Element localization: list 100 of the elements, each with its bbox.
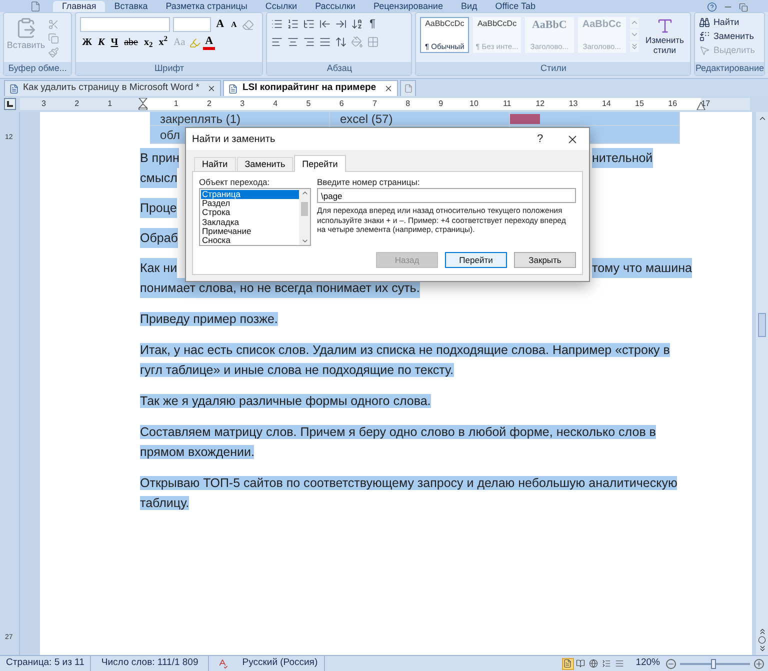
ribbon-tab[interactable]: Ссылки [256,1,306,12]
view-button[interactable] [614,658,626,670]
grow-font-button[interactable]: A [214,19,226,30]
dialog-button[interactable]: Перейти [445,252,507,268]
scroll-thumb[interactable] [301,202,308,216]
view-icon [563,659,572,668]
language: Русский (Россия) [236,656,325,671]
dialog-title: Найти и заменить [192,132,276,146]
sort-icon [351,18,364,30]
new-tab-button[interactable] [400,80,416,96]
help-button[interactable]: ? [525,130,555,148]
more-icon [630,41,639,52]
document-tab[interactable]: Как удалить страницу в Microsoft Word * [4,80,222,96]
zoom-thumb[interactable] [710,658,716,668]
dialog-tab[interactable]: Перейти [294,155,346,172]
view-button[interactable] [600,658,613,670]
ribbon-tab[interactable]: Рассылки [306,1,364,12]
format-button[interactable]: Ж [80,38,94,48]
format-button[interactable]: abe [122,38,140,48]
ruler-number: 2 [74,98,80,110]
show-marks-button[interactable]: ¶ [367,18,378,30]
highlighter-icon [189,37,202,49]
scissors-icon [48,19,59,30]
ruler-number: 15 [635,98,644,110]
scroll-thumb[interactable] [758,313,766,337]
zoom-percent: 120% [636,656,660,670]
document-tab[interactable]: LSI копирайтинг на примере [223,80,398,96]
font-size-field[interactable] [173,17,212,32]
dialog-button[interactable]: Закрыть [514,252,576,268]
editing-button[interactable]: Найти [699,17,755,28]
paragraph: Так же я удаляю различные формы одного слова. [140,393,432,410]
format-button[interactable]: К [96,38,107,48]
view-icon [615,659,624,668]
list-item[interactable]: Раздел [201,199,299,208]
shading-icon [351,36,364,48]
view-icon [576,659,586,668]
multilevel-list-icon [303,18,316,30]
browse-object-icon [758,636,766,644]
paragraph: Приведу пример позже. [140,311,279,328]
view-button[interactable] [588,658,600,670]
editing-button[interactable]: Заменить [699,31,755,42]
vertical-scrollbar[interactable] [756,112,768,655]
shrink-font-button[interactable]: A [229,20,239,28]
ruler-number: 3 [41,98,46,110]
editing-icon [699,31,710,42]
paragraph: Составляем матрицу слов. Причем я беру одно слово в любой форме, несколько слов в прямом вхождении. [140,424,657,461]
align-left-icon [271,36,284,48]
list-item[interactable]: Закладка [201,218,299,227]
format-button[interactable]: x$^{2}$ [156,38,170,48]
ruler-number: 9 [438,98,444,110]
restore-icon [739,3,748,12]
ribbon-tab[interactable]: Вставка [105,1,157,12]
indent-marker-icon[interactable] [138,98,148,110]
word-document-icon [228,84,238,94]
group-label: Шрифт [154,64,184,73]
tab-stop-icon[interactable] [4,98,16,110]
close-tab-icon [384,84,394,93]
ribbon-tab[interactable]: Рецензирование [364,1,452,12]
format-button[interactable]: x$_{2}$ [142,38,155,48]
change-styles-button[interactable]: Изменить стили [643,17,686,62]
ruler-number: 1 [108,98,112,110]
font-name-field[interactable] [80,17,170,32]
eraser-icon [242,18,254,30]
align-right-icon [303,36,316,48]
input-label: Введите номер страницы: [317,177,421,188]
word-document-icon [9,84,19,94]
view-button[interactable] [574,658,587,670]
ruler-number: 11 [502,98,512,110]
decrease-indent-icon [319,18,332,30]
ribbon-tab[interactable]: Главная [53,1,106,12]
list-item[interactable]: Примечание [201,226,299,236]
ruler-number: 5 [306,98,311,110]
scroll-up-icon [758,114,766,123]
letters-icon [656,17,674,35]
brush-icon [48,47,59,58]
scroll-down-icon [630,29,639,40]
ribbon-tab[interactable]: Разметка страницы [156,1,256,12]
format-button[interactable]: Ч [108,38,120,48]
dialog-tab[interactable]: Заменить [236,157,294,171]
target-list[interactable]: Страница Раздел Строка Закладка Примечание Сноска [199,188,311,246]
page-number-field[interactable]: \page [317,188,576,203]
ruler-number: 13 [568,98,578,110]
ribbon-tab[interactable]: Office Tab [486,1,544,12]
font-color-button[interactable]: A [203,36,216,50]
ruler-number: 1 [174,98,178,110]
view-button[interactable] [562,658,574,670]
ribbon-tab[interactable]: Вид [452,1,486,12]
list-item[interactable]: Страница [201,190,299,200]
dialog-tab[interactable]: Найти [194,157,236,171]
scrollbar[interactable] [299,189,310,245]
paragraph: Открываю ТОП-5 сайтов по соответствующему запросу и делаю небольшую аналитическую таблицу. [140,475,678,512]
clipboard-icon [15,17,37,39]
table-cell: excel (57) [330,112,510,126]
shaded-block [510,114,540,124]
align-center-icon [287,36,300,48]
group-label: Редактирование [695,64,764,73]
ruler-number: 12 [536,98,545,110]
word-count: Число слов: 111/1 809 [91,656,210,671]
list-item[interactable]: Строка [201,208,299,218]
list-item[interactable]: Сноска [201,236,299,246]
